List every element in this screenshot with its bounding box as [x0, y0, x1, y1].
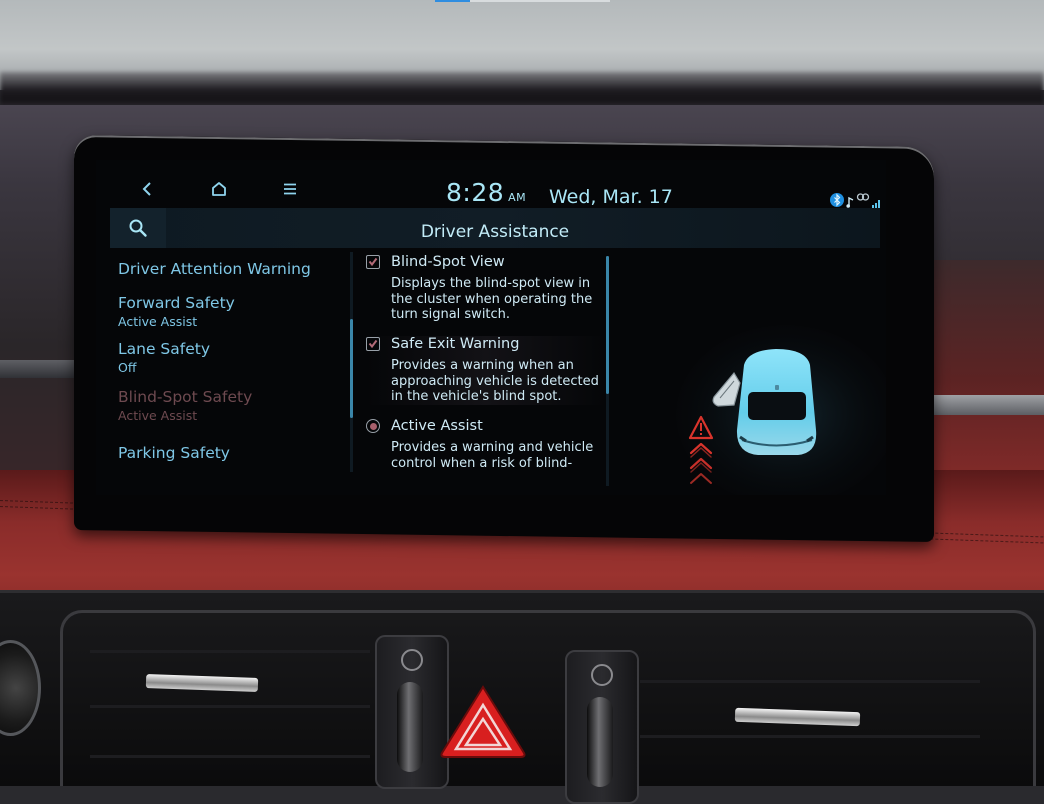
menu-icon — [284, 183, 296, 195]
menu-item-status: Off — [118, 360, 137, 375]
clock: 8:28 AM — [446, 178, 526, 207]
bluetooth-icon — [830, 193, 844, 207]
menu-scrollbar-thumb[interactable] — [350, 318, 353, 418]
search-icon — [129, 219, 147, 237]
menu-button[interactable] — [275, 174, 305, 204]
dashboard-right-trim — [925, 395, 1044, 415]
checkmark-icon — [368, 257, 378, 267]
menu-item-label: Blind-Spot Safety — [118, 388, 253, 406]
option-header[interactable]: Safe Exit Warning — [366, 336, 606, 352]
home-button[interactable] — [204, 174, 234, 204]
connected-link-icon — [856, 193, 870, 201]
status-icons — [830, 192, 882, 208]
date: Wed, Mar. 17 — [549, 186, 673, 208]
option-blind-spot-view[interactable]: Blind-Spot View Displays the blind-spot … — [366, 254, 606, 323]
options-scrollbar[interactable] — [606, 256, 609, 486]
video-progress-fill — [435, 0, 470, 2]
vent-roller[interactable] — [397, 682, 423, 772]
clock-ampm: AM — [508, 191, 527, 204]
option-header[interactable]: Active Assist — [366, 418, 606, 434]
menu-item-label: Lane Safety — [118, 340, 211, 358]
vent-slat — [90, 755, 370, 758]
menu-scrollbar[interactable] — [350, 252, 353, 472]
infotainment-screen: 8:28 AM Wed, Mar. 17 Driver Assistance D… — [96, 160, 886, 495]
title-bar: Driver Assistance — [110, 208, 880, 248]
menu-item-driver-attention-warning[interactable]: Driver Attention Warning — [118, 260, 311, 278]
vent-roller[interactable] — [587, 697, 613, 787]
car-icon — [736, 349, 817, 455]
menu-item-status: Active Assist — [118, 314, 198, 329]
options-list: Blind-Spot View Displays the blind-spot … — [366, 252, 606, 492]
checkbox[interactable] — [366, 337, 380, 351]
option-safe-exit-warning[interactable]: Safe Exit Warning Provides a warning whe… — [366, 336, 606, 405]
hazard-triangle-icon — [440, 685, 526, 758]
menu-item-parking-safety[interactable]: Parking Safety — [118, 444, 230, 462]
option-title: Blind-Spot View — [391, 254, 505, 270]
menu-item-label: Parking Safety — [118, 444, 230, 462]
vent-slat — [90, 650, 370, 653]
menu-item-status: Active Assist — [118, 408, 198, 423]
page-title: Driver Assistance — [420, 222, 570, 242]
option-description: Provides a warning and vehicle control w… — [391, 440, 594, 471]
music-note-icon — [846, 196, 854, 208]
back-button[interactable] — [132, 174, 162, 204]
category-menu: Driver Attention Warning Forward Safety … — [118, 255, 350, 495]
checkbox[interactable] — [366, 255, 380, 269]
right-vent-control[interactable] — [565, 650, 639, 804]
option-active-assist[interactable]: Active Assist Provides a warning and veh… — [366, 418, 606, 471]
status-bar: 8:28 AM Wed, Mar. 17 — [96, 160, 886, 208]
radio-button[interactable] — [366, 419, 380, 433]
left-vent-control[interactable] — [375, 635, 449, 789]
video-progress-bar[interactable] — [435, 0, 610, 2]
back-chevron-icon — [142, 182, 151, 196]
dashboard-left-trim — [0, 360, 80, 378]
hazard-warning-button[interactable] — [440, 685, 526, 759]
option-description: Displays the blind-spot view in the clus… — [391, 276, 593, 322]
signal-strength-icon — [872, 200, 880, 208]
option-title: Active Assist — [391, 418, 483, 434]
menu-item-forward-safety[interactable]: Forward Safety Active Assist — [118, 294, 235, 329]
checkmark-icon — [368, 339, 378, 349]
radio-selected-dot — [369, 422, 377, 430]
menu-item-blind-spot-safety[interactable]: Blind-Spot Safety Active Assist — [118, 388, 252, 423]
seat-heat-icon — [401, 649, 423, 671]
safe-exit-warning-illustration — [676, 325, 886, 495]
rear-window — [748, 392, 806, 420]
air-vent-frame — [60, 610, 1036, 786]
option-title: Safe Exit Warning — [391, 336, 520, 352]
menu-item-lane-safety[interactable]: Lane Safety Off — [118, 340, 210, 375]
vent-slat — [640, 680, 980, 683]
seat-heat-icon — [591, 664, 613, 686]
menu-item-label: Driver Attention Warning — [118, 260, 311, 278]
dashboard-right-leather — [930, 260, 1044, 500]
option-header[interactable]: Blind-Spot View — [366, 254, 606, 270]
options-scrollbar-thumb[interactable] — [606, 256, 609, 394]
clock-time: 8:28 — [446, 178, 505, 207]
option-description: Provides a warning when an approaching v… — [391, 358, 599, 404]
vent-slat — [640, 735, 980, 738]
vent-slat — [90, 705, 370, 708]
search-button[interactable] — [110, 208, 166, 248]
menu-item-label: Forward Safety — [118, 294, 235, 312]
home-icon — [212, 182, 226, 196]
